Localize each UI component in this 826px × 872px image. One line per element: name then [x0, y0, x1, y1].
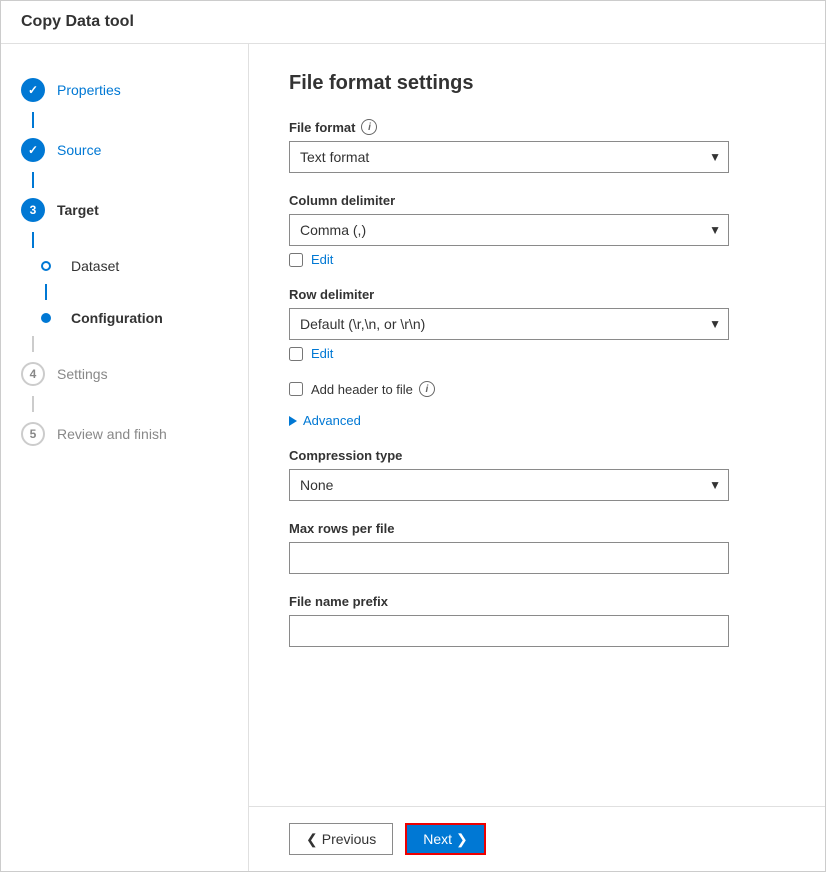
- advanced-row[interactable]: Advanced: [289, 413, 785, 428]
- add-header-info-icon[interactable]: i: [419, 381, 435, 397]
- footer: ❮ Previous Next ❯: [249, 806, 825, 871]
- advanced-label: Advanced: [303, 413, 361, 428]
- window-title: Copy Data tool: [21, 13, 134, 30]
- sidebar-item-target[interactable]: 3 Target: [1, 188, 248, 232]
- sidebar-item-source[interactable]: ✓ Source: [1, 128, 248, 172]
- step-label-settings: Settings: [57, 366, 108, 382]
- title-bar: Copy Data tool: [1, 1, 825, 44]
- file-format-group: File format i Text format Binary format …: [289, 119, 785, 173]
- add-header-label[interactable]: Add header to file i: [311, 381, 435, 397]
- step-label-target: Target: [57, 202, 99, 218]
- advanced-triangle-icon: [289, 416, 297, 426]
- row-delimiter-label: Row delimiter: [289, 287, 785, 302]
- previous-label: Previous: [322, 831, 376, 847]
- file-name-prefix-input[interactable]: [289, 615, 729, 647]
- step-icon-target: 3: [21, 198, 45, 222]
- copy-data-tool-window: Copy Data tool ✓ Properties ✓ Source: [0, 0, 826, 872]
- row-delimiter-select[interactable]: Default (\r,\n, or \r\n) \r\n \n \r None…: [289, 308, 729, 340]
- file-format-select-wrapper: Text format Binary format JSON format OR…: [289, 141, 729, 173]
- connector-6: [32, 396, 34, 412]
- main-panel: File format settings File format i Text …: [249, 44, 825, 871]
- step-icon-settings: 4: [21, 362, 45, 386]
- page-title: File format settings: [289, 72, 785, 95]
- file-name-prefix-group: File name prefix: [289, 594, 785, 647]
- step-label-dataset: Dataset: [71, 258, 119, 274]
- file-format-label: File format i: [289, 119, 785, 135]
- step-icon-dataset: [41, 261, 51, 271]
- step-icon-properties: ✓: [21, 78, 45, 102]
- next-icon: ❯: [456, 831, 468, 848]
- checkmark-icon: ✓: [28, 83, 38, 97]
- row-delimiter-edit-row: Edit: [289, 346, 785, 361]
- compression-type-label: Compression type: [289, 448, 785, 463]
- sidebar-item-dataset[interactable]: Dataset: [1, 248, 248, 284]
- compression-type-select[interactable]: None bzip2 gzip deflate ZipDeflate snapp…: [289, 469, 729, 501]
- column-delimiter-select-wrapper: Comma (,) Tab (\t) Pipe (|) Semicolon (;…: [289, 214, 729, 246]
- column-delimiter-select[interactable]: Comma (,) Tab (\t) Pipe (|) Semicolon (;…: [289, 214, 729, 246]
- next-button[interactable]: Next ❯: [405, 823, 486, 855]
- step-number-settings: 4: [30, 367, 37, 381]
- main-content: File format settings File format i Text …: [249, 44, 825, 806]
- add-header-checkbox[interactable]: [289, 382, 303, 396]
- previous-icon: ❮: [306, 831, 318, 848]
- sidebar-item-properties[interactable]: ✓ Properties: [1, 68, 248, 112]
- column-delimiter-label: Column delimiter: [289, 193, 785, 208]
- content-area: ✓ Properties ✓ Source 3 Target: [1, 44, 825, 871]
- next-label: Next: [423, 831, 452, 847]
- file-name-prefix-label: File name prefix: [289, 594, 785, 609]
- sidebar-item-settings[interactable]: 4 Settings: [1, 352, 248, 396]
- row-delimiter-edit-label[interactable]: Edit: [311, 346, 333, 361]
- sidebar-item-configuration[interactable]: Configuration: [1, 300, 248, 336]
- max-rows-label: Max rows per file: [289, 521, 785, 536]
- connector-4: [45, 284, 47, 300]
- previous-button[interactable]: ❮ Previous: [289, 823, 393, 855]
- connector-2: [32, 172, 34, 188]
- column-delimiter-group: Column delimiter Comma (,) Tab (\t) Pipe…: [289, 193, 785, 267]
- connector-1: [32, 112, 34, 128]
- column-delimiter-edit-label[interactable]: Edit: [311, 252, 333, 267]
- add-header-row: Add header to file i: [289, 381, 785, 397]
- step-number-review: 5: [30, 427, 37, 441]
- step-icon-configuration: [41, 313, 51, 323]
- max-rows-input[interactable]: [289, 542, 729, 574]
- step-label-review: Review and finish: [57, 426, 167, 442]
- connector-3: [32, 232, 34, 248]
- row-delimiter-group: Row delimiter Default (\r,\n, or \r\n) \…: [289, 287, 785, 361]
- row-delimiter-edit-checkbox[interactable]: [289, 347, 303, 361]
- step-label-source: Source: [57, 142, 101, 158]
- compression-type-select-wrapper: None bzip2 gzip deflate ZipDeflate snapp…: [289, 469, 729, 501]
- step-icon-review: 5: [21, 422, 45, 446]
- column-delimiter-edit-checkbox[interactable]: [289, 253, 303, 267]
- file-format-info-icon[interactable]: i: [361, 119, 377, 135]
- checkmark-icon-2: ✓: [28, 143, 38, 157]
- sidebar-item-review[interactable]: 5 Review and finish: [1, 412, 248, 456]
- compression-type-group: Compression type None bzip2 gzip deflate…: [289, 448, 785, 501]
- sidebar: ✓ Properties ✓ Source 3 Target: [1, 44, 249, 871]
- row-delimiter-select-wrapper: Default (\r,\n, or \r\n) \r\n \n \r None…: [289, 308, 729, 340]
- step-label-configuration: Configuration: [71, 310, 163, 326]
- file-format-select[interactable]: Text format Binary format JSON format OR…: [289, 141, 729, 173]
- step-number-target: 3: [30, 203, 37, 217]
- column-delimiter-edit-row: Edit: [289, 252, 785, 267]
- step-icon-source: ✓: [21, 138, 45, 162]
- step-label-properties: Properties: [57, 82, 121, 98]
- max-rows-group: Max rows per file: [289, 521, 785, 574]
- connector-5: [32, 336, 34, 352]
